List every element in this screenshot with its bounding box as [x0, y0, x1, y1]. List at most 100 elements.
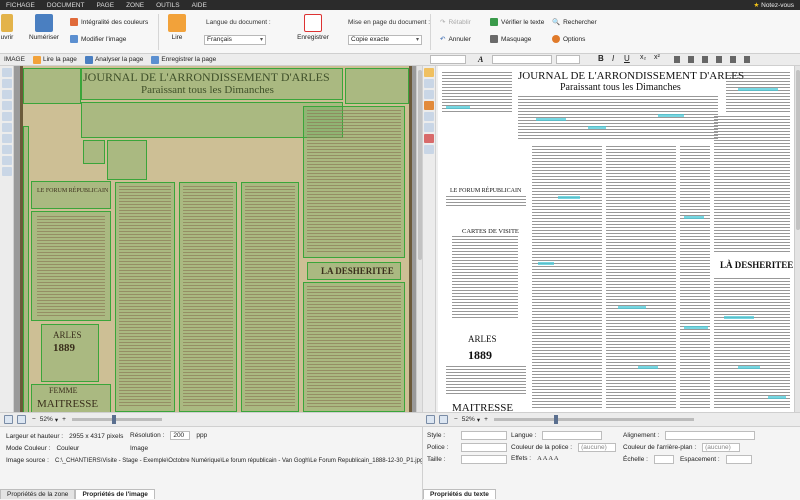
taille-field[interactable]	[461, 455, 507, 464]
scroll-knob[interactable]	[553, 415, 558, 424]
full-color-button[interactable]: Intégralité des couleurs	[70, 18, 148, 26]
espacement-field[interactable]	[725, 455, 752, 464]
barcode-zone-icon[interactable]	[1, 123, 12, 132]
plain-text-icon[interactable]	[424, 90, 434, 99]
menu-aide[interactable]: AIDE	[186, 2, 213, 9]
tab-image-properties[interactable]: Propriétés de l'image	[75, 489, 155, 499]
fit-width-icon[interactable]	[426, 415, 435, 424]
ocr-zone[interactable]	[83, 140, 105, 164]
image-horizontal-scrollbar[interactable]	[71, 415, 162, 424]
zoom-dropdown-icon[interactable]: ▾	[55, 416, 58, 424]
zoom-icon[interactable]	[1, 156, 12, 165]
tab-text-properties[interactable]: Propriétés du texte	[423, 489, 496, 499]
fit-page-icon[interactable]	[439, 415, 448, 424]
open-button[interactable]: uvrir	[0, 14, 14, 41]
zoom-out-button[interactable]: −	[32, 416, 36, 423]
effects-buttons[interactable]: A A A A	[537, 455, 559, 462]
read-button[interactable]: Lire	[166, 14, 188, 41]
uncertain-highlight	[684, 326, 708, 329]
echelle-field[interactable]	[653, 455, 674, 464]
background-color-field[interactable]: (aucune)	[702, 443, 741, 452]
check-text-button[interactable]: Vérifier le texte	[490, 18, 544, 26]
menu-fichage[interactable]: FICHAGE	[0, 2, 41, 9]
size-select[interactable]	[556, 55, 580, 64]
scan-button[interactable]: Numériser	[26, 14, 62, 41]
background-zone-icon[interactable]	[1, 112, 12, 121]
search-button[interactable]: 🔍 Rechercher	[552, 18, 597, 27]
zoom-in-button[interactable]: +	[62, 416, 66, 423]
ocr-zone[interactable]	[81, 68, 343, 100]
zoom-dropdown-icon[interactable]: ▾	[477, 416, 480, 424]
erase-icon[interactable]	[1, 134, 12, 143]
underline-button[interactable]: U	[624, 54, 630, 63]
table-zone-icon[interactable]	[1, 101, 12, 110]
layout-select[interactable]: Copie exacte	[348, 35, 422, 45]
page-view-icon[interactable]	[424, 79, 434, 88]
read-icon	[168, 14, 186, 32]
menu-zone[interactable]: ZONE	[120, 2, 150, 9]
font-select[interactable]	[492, 55, 552, 64]
scroll-knob[interactable]	[111, 415, 116, 424]
taille-row: Taille :	[427, 455, 507, 464]
paragraph-icon[interactable]	[424, 145, 434, 154]
image-zoom-level[interactable]: 52%	[40, 416, 53, 423]
verify-icon[interactable]	[424, 101, 434, 110]
tab-zone-properties[interactable]: Propriétés de la zone	[0, 489, 76, 499]
picture-zone-icon[interactable]	[1, 90, 12, 99]
palette-icon	[70, 18, 78, 26]
menu-outils[interactable]: OUTILS	[150, 2, 185, 9]
ocr-zone[interactable]	[23, 68, 81, 104]
analyze-page-button[interactable]: Analyser la page	[84, 55, 143, 64]
text-mode-icon[interactable]	[424, 68, 434, 77]
alignment-buttons[interactable]	[674, 56, 754, 63]
superscript-button[interactable]: x²	[654, 54, 660, 61]
table-icon[interactable]	[424, 123, 434, 132]
ocr-zone[interactable]	[31, 181, 111, 209]
zoom-in-button[interactable]: +	[484, 416, 488, 423]
menu-page[interactable]: PAGE	[90, 2, 120, 9]
hand-icon[interactable]	[1, 167, 12, 176]
notez-vous-link[interactable]: ★ Notez-vous	[753, 1, 800, 9]
undo-button[interactable]: ↶ Annuler	[440, 35, 471, 44]
save-page-button[interactable]: Enregistrer la page	[151, 55, 216, 64]
fit-width-icon[interactable]	[4, 415, 13, 424]
save-button[interactable]: Enregistrer	[294, 14, 332, 41]
alignement-field[interactable]	[665, 431, 756, 440]
ocr-zone[interactable]	[23, 126, 29, 412]
font-color-field[interactable]: (aucune)	[578, 443, 617, 452]
bold-button[interactable]: B	[598, 54, 604, 63]
picture-icon[interactable]	[424, 112, 434, 121]
text-zone-icon[interactable]	[1, 79, 12, 88]
options-button[interactable]: Options	[552, 35, 585, 43]
resolution-field[interactable]: 200	[170, 431, 191, 440]
italic-button[interactable]: I	[612, 54, 614, 63]
text-vertical-scrollbar[interactable]	[794, 66, 800, 412]
crop-icon[interactable]	[1, 145, 12, 154]
text-desheritee: LÀ DESHERITEE	[720, 260, 794, 270]
background-icon[interactable]	[424, 134, 434, 143]
redo-button[interactable]: ↷ Rétablir	[440, 18, 471, 27]
uncertain-highlight	[638, 366, 658, 369]
ocr-zone[interactable]	[345, 68, 409, 104]
font-icon[interactable]: A	[478, 55, 483, 64]
select-icon[interactable]	[1, 68, 12, 77]
zoom-out-button[interactable]: −	[454, 416, 458, 423]
scroll-thumb[interactable]	[796, 70, 800, 230]
masking-button[interactable]: Masquage	[490, 35, 531, 43]
style-field[interactable]	[461, 431, 507, 440]
fit-page-icon[interactable]	[17, 415, 26, 424]
text-horizontal-scrollbar[interactable]	[493, 415, 694, 424]
document-language-select[interactable]: Français	[204, 35, 266, 45]
police-field[interactable]	[461, 443, 507, 452]
langue-field[interactable]	[542, 431, 603, 440]
menu-document[interactable]: DOCUMENT	[41, 2, 91, 9]
police-row: Police :	[427, 443, 507, 452]
edit-image-button[interactable]: Modifier l'image	[70, 35, 126, 43]
text-pane[interactable]: JOURNAL DE L'ARRONDISSEMENT D'ARLES Para…	[438, 66, 794, 412]
style-select[interactable]	[430, 55, 466, 64]
ocr-zone[interactable]	[107, 140, 147, 180]
subscript-button[interactable]: x₂	[640, 54, 646, 61]
read-page-button[interactable]: Lire la page	[32, 55, 77, 64]
image-pane[interactable]: JOURNAL DE L'ARRONDISSEMENT D'ARLES Para…	[14, 66, 416, 412]
text-zoom-level[interactable]: 52%	[462, 416, 475, 423]
